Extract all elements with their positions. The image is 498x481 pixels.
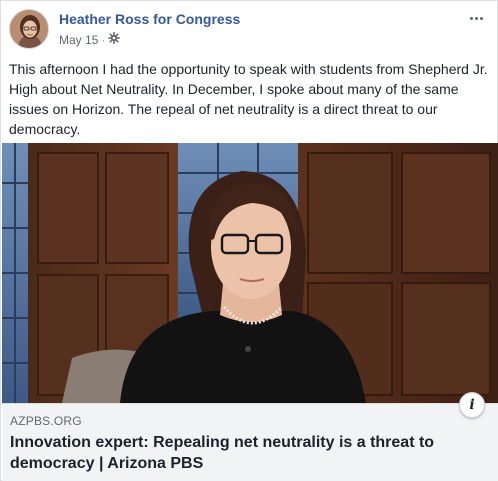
post-header: Heather Ross for Congress May 15 · — [9, 9, 491, 51]
page-name-link[interactable]: Heather Ross for Congress — [59, 11, 240, 27]
meta-separator: · — [101, 32, 106, 47]
post-date[interactable]: May 15 — [59, 33, 98, 47]
link-title[interactable]: Innovation expert: Repealing net neutral… — [10, 432, 480, 474]
link-domain: AZPBS.ORG — [10, 414, 82, 428]
link-preview-box[interactable]: AZPBS.ORG Innovation expert: Repealing n… — [2, 403, 498, 481]
post-meta: May 15 · — [59, 32, 121, 47]
globe-gear-icon[interactable] — [108, 32, 121, 47]
avatar-image — [10, 10, 48, 48]
link-preview-image[interactable] — [2, 143, 498, 403]
page-avatar[interactable] — [9, 9, 49, 49]
post-options-button[interactable] — [465, 11, 487, 25]
ellipsis-icon — [469, 16, 473, 20]
post-message: This afternoon I had the opportunity to … — [9, 61, 488, 137]
facebook-post: Heather Ross for Congress May 15 · This … — [0, 0, 498, 481]
info-icon[interactable]: i — [459, 392, 485, 418]
